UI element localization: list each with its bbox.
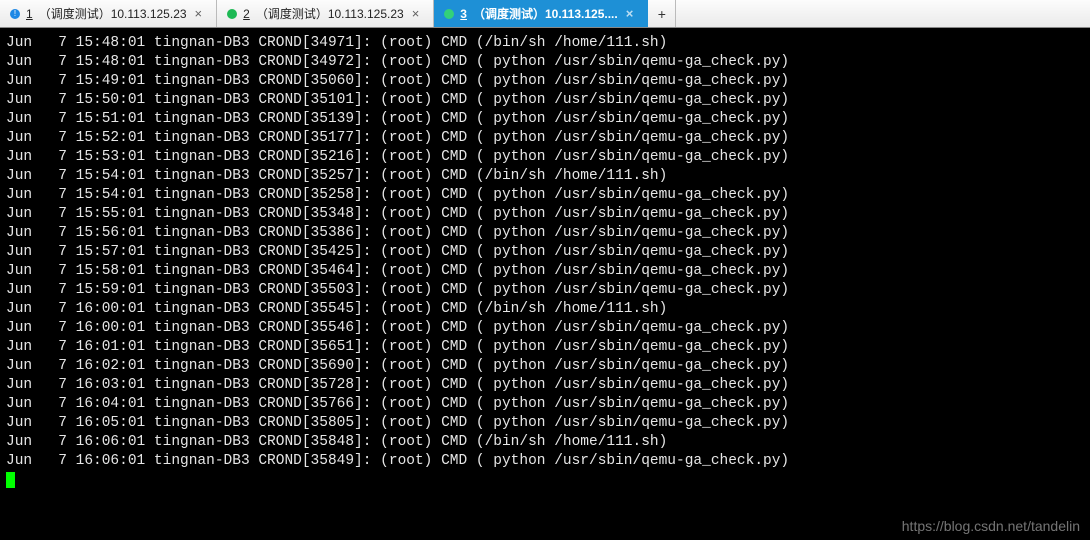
log-line: Jun 7 16:06:01 tingnan-DB3 CROND[35849]:… — [6, 452, 1084, 471]
tab-bar-empty — [676, 0, 1090, 27]
log-line: Jun 7 16:02:01 tingnan-DB3 CROND[35690]:… — [6, 357, 1084, 376]
tab-number: 1 — [26, 7, 33, 21]
tab-label: （调度测试）10.113.125.23 — [256, 5, 404, 22]
log-line: Jun 7 15:51:01 tingnan-DB3 CROND[35139]:… — [6, 110, 1084, 129]
log-line: Jun 7 15:59:01 tingnan-DB3 CROND[35503]:… — [6, 281, 1084, 300]
new-tab-button[interactable]: + — [648, 0, 676, 27]
tab-2[interactable]: 2 （调度测试）10.113.125.23 × — [217, 0, 434, 27]
log-line: Jun 7 15:56:01 tingnan-DB3 CROND[35386]:… — [6, 224, 1084, 243]
tab-1[interactable]: ! 1 （调度测试）10.113.125.23 × — [0, 0, 217, 27]
close-icon[interactable]: × — [624, 6, 636, 21]
log-line: Jun 7 15:50:01 tingnan-DB3 CROND[35101]:… — [6, 91, 1084, 110]
info-icon: ! — [10, 9, 20, 19]
log-line: Jun 7 16:00:01 tingnan-DB3 CROND[35545]:… — [6, 300, 1084, 319]
log-line: Jun 7 16:03:01 tingnan-DB3 CROND[35728]:… — [6, 376, 1084, 395]
tab-number: 2 — [243, 7, 250, 21]
plus-icon: + — [658, 6, 666, 22]
log-line: Jun 7 15:48:01 tingnan-DB3 CROND[34972]:… — [6, 53, 1084, 72]
log-line: Jun 7 15:54:01 tingnan-DB3 CROND[35258]:… — [6, 186, 1084, 205]
cursor-icon — [6, 472, 15, 488]
log-line: Jun 7 16:01:01 tingnan-DB3 CROND[35651]:… — [6, 338, 1084, 357]
log-line: Jun 7 15:55:01 tingnan-DB3 CROND[35348]:… — [6, 205, 1084, 224]
log-line: Jun 7 16:04:01 tingnan-DB3 CROND[35766]:… — [6, 395, 1084, 414]
close-icon[interactable]: × — [410, 6, 422, 21]
tab-label: （调度测试）10.113.125.... — [473, 5, 618, 22]
log-line: Jun 7 15:52:01 tingnan-DB3 CROND[35177]:… — [6, 129, 1084, 148]
log-line: Jun 7 15:53:01 tingnan-DB3 CROND[35216]:… — [6, 148, 1084, 167]
log-line: Jun 7 15:54:01 tingnan-DB3 CROND[35257]:… — [6, 167, 1084, 186]
log-line: Jun 7 15:48:01 tingnan-DB3 CROND[34971]:… — [6, 34, 1084, 53]
log-line: Jun 7 16:06:01 tingnan-DB3 CROND[35848]:… — [6, 433, 1084, 452]
tab-number: 3 — [460, 7, 467, 21]
terminal-cursor-line — [6, 471, 1084, 490]
log-line: Jun 7 16:05:01 tingnan-DB3 CROND[35805]:… — [6, 414, 1084, 433]
log-line: Jun 7 15:58:01 tingnan-DB3 CROND[35464]:… — [6, 262, 1084, 281]
status-dot-icon — [444, 9, 454, 19]
log-line: Jun 7 15:49:01 tingnan-DB3 CROND[35060]:… — [6, 72, 1084, 91]
close-icon[interactable]: × — [193, 6, 205, 21]
status-dot-icon — [227, 9, 237, 19]
tab-3[interactable]: 3 （调度测试）10.113.125.... × — [434, 0, 648, 27]
terminal-output[interactable]: Jun 7 15:48:01 tingnan-DB3 CROND[34971]:… — [0, 28, 1090, 540]
log-line: Jun 7 16:00:01 tingnan-DB3 CROND[35546]:… — [6, 319, 1084, 338]
tab-label: （调度测试）10.113.125.23 — [39, 5, 187, 22]
tab-bar: ! 1 （调度测试）10.113.125.23 × 2 （调度测试）10.113.125.… — [0, 0, 1090, 28]
log-line: Jun 7 15:57:01 tingnan-DB3 CROND[35425]:… — [6, 243, 1084, 262]
